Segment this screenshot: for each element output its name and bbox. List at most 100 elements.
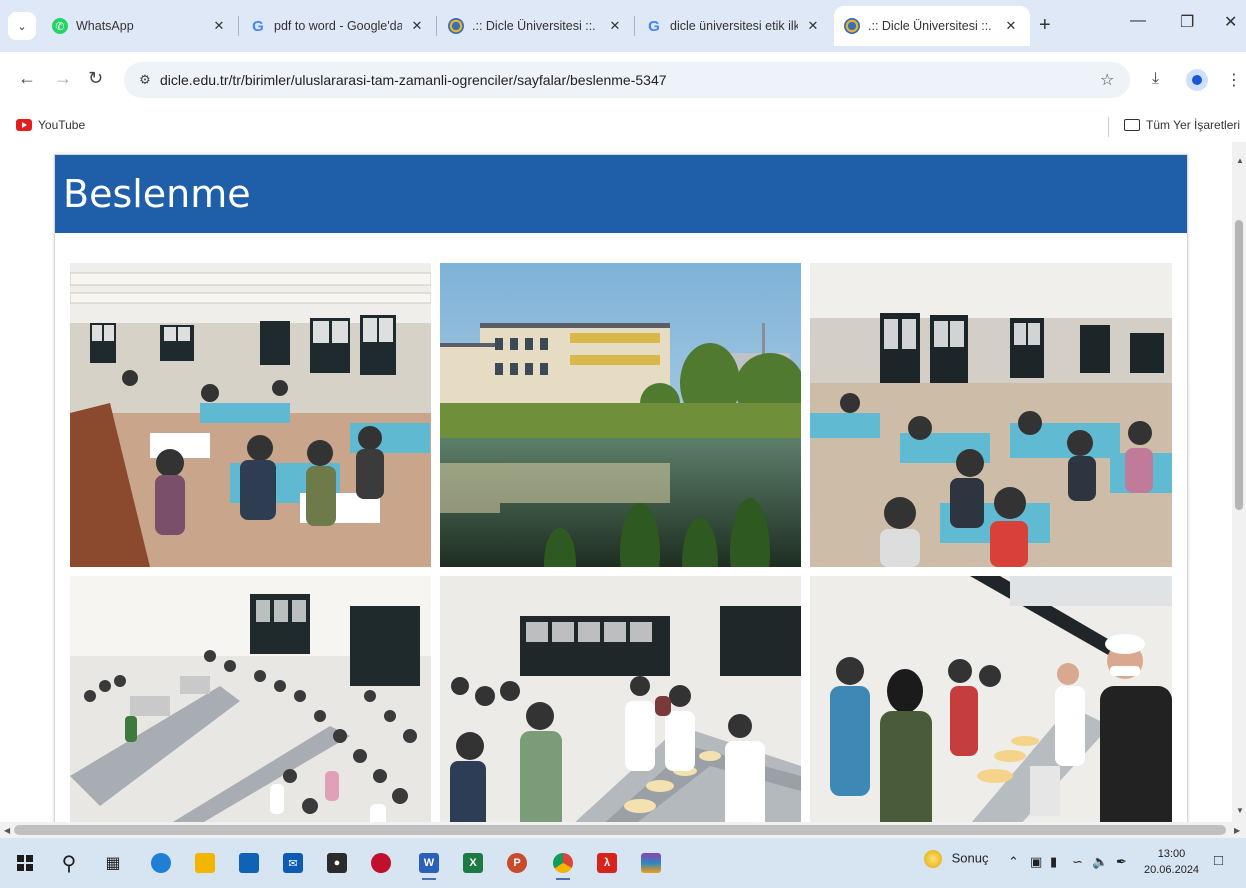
tab-search-button[interactable]: ⌄ [8, 12, 36, 40]
youtube-icon [16, 119, 32, 131]
meet-now-icon[interactable]: ▣ [1030, 854, 1042, 870]
search-icon: ⚲ [61, 852, 77, 875]
pen-icon[interactable]: ✒ [1116, 854, 1127, 870]
task-view-button[interactable]: ▦ [98, 848, 128, 878]
acrobat-icon: λ [597, 853, 617, 873]
windows-taskbar: ⚲ ▦ ✉ ● W X P λ Sonuç ⌃ ▣ ▮ ∽ 🔈 ✒ 13:00 … [0, 838, 1246, 888]
all-bookmarks-button[interactable]: Tüm Yer İşaretleri [1124, 118, 1240, 132]
search-button[interactable]: ⚲ [54, 848, 84, 878]
dining-hall-photo-1[interactable] [70, 263, 431, 567]
reload-button[interactable]: ↻ [88, 68, 103, 89]
taskbar-excel[interactable]: X [458, 848, 488, 878]
app-icon [371, 853, 391, 873]
bookmarks-bar: YouTube Tüm Yer İşaretleri [0, 110, 1246, 142]
page-viewport: Beslenme [0, 142, 1232, 822]
bookmark-star-button[interactable]: ☆ [1100, 70, 1114, 90]
tab-whatsapp[interactable]: ✆ WhatsApp ✕ [42, 8, 238, 44]
taskbar-powerpoint[interactable]: P [502, 848, 532, 878]
address-bar[interactable]: ⚙ dicle.edu.tr/tr/birimler/uluslararasi-… [124, 62, 1130, 98]
volume-icon[interactable]: 🔈 [1092, 854, 1108, 870]
tab-dicle-active[interactable]: .:: Dicle Üniversitesi ::. ✕ [834, 6, 1030, 46]
content-card: Beslenme [54, 154, 1188, 822]
mail-icon: ✉ [283, 853, 303, 873]
taskbar-word[interactable]: W [414, 848, 444, 880]
taskbar-edge[interactable] [146, 848, 176, 878]
taskbar-chrome[interactable] [548, 848, 578, 880]
weather-widget[interactable]: Sonuç [924, 850, 989, 868]
folder-icon [195, 853, 215, 873]
close-icon[interactable]: ✕ [606, 18, 624, 34]
close-icon[interactable]: ✕ [210, 18, 228, 34]
battery-icon[interactable]: ▮ [1050, 854, 1057, 870]
bookmark-youtube[interactable]: YouTube [16, 118, 85, 132]
windows-icon [17, 855, 33, 871]
cafeteria-line-photo-1[interactable] [70, 576, 431, 822]
taskbar-file-explorer[interactable] [190, 848, 220, 878]
menu-button[interactable]: ⋮ [1226, 70, 1242, 90]
minimize-button[interactable]: — [1130, 12, 1146, 30]
bookmark-separator [1108, 117, 1109, 137]
back-button[interactable]: ← [18, 68, 36, 89]
avatar-icon [1192, 75, 1202, 85]
store-icon [239, 853, 259, 873]
tray-overflow-button[interactable]: ⌃ [1008, 854, 1019, 870]
scroll-down-icon[interactable]: ▼ [1236, 806, 1244, 815]
more-vert-icon: ⋮ [1226, 72, 1242, 89]
forward-button[interactable]: → [54, 68, 72, 89]
new-tab-button[interactable]: + [1039, 14, 1051, 37]
dicle-logo-icon [844, 18, 860, 34]
site-settings-icon[interactable]: ⚙ [130, 72, 160, 88]
scroll-up-icon[interactable]: ▲ [1236, 156, 1244, 165]
restore-button[interactable]: ❐ [1180, 12, 1194, 32]
notifications-button[interactable]: □ [1214, 852, 1223, 869]
google-icon: G [648, 17, 660, 35]
active-indicator [422, 878, 436, 880]
weather-icon [924, 850, 942, 868]
close-icon[interactable]: ✕ [804, 18, 822, 34]
horizontal-scroll-thumb[interactable] [14, 825, 1226, 835]
scroll-right-icon[interactable]: ▶ [1234, 826, 1240, 835]
url-text[interactable]: dicle.edu.tr/tr/birimler/uluslararasi-ta… [160, 72, 667, 88]
tab-strip: ⌄ ✆ WhatsApp ✕ G pdf to word - Google'da… [0, 0, 1246, 52]
tab-google-pdf-to-word[interactable]: G pdf to word - Google'da ✕ [240, 8, 436, 44]
wifi-icon[interactable]: ∽ [1072, 854, 1083, 870]
clock[interactable]: 13:00 20.06.2024 [1144, 846, 1199, 878]
folder-icon [1124, 119, 1140, 131]
task-view-icon: ▦ [105, 855, 121, 872]
close-window-button[interactable]: ✕ [1224, 12, 1237, 32]
cafeteria-line-photo-2[interactable] [440, 576, 801, 822]
taskbar-store[interactable] [234, 848, 264, 878]
taskbar-acrobat[interactable]: λ [592, 848, 622, 878]
close-icon[interactable]: ✕ [408, 18, 426, 34]
taskbar-app-red[interactable] [366, 848, 396, 878]
chrome-icon [553, 853, 573, 873]
chevron-up-icon: ⌃ [1008, 854, 1019, 869]
google-icon: G [252, 17, 264, 35]
active-indicator [556, 878, 570, 880]
tab-separator [634, 16, 635, 36]
profile-button[interactable] [1186, 69, 1208, 91]
browser-toolbar: ← → ↻ ⚙ dicle.edu.tr/tr/birimler/uluslar… [0, 52, 1246, 110]
download-icon: ⤓ [1152, 70, 1160, 87]
downloads-button[interactable]: ⤓ [1152, 70, 1159, 88]
close-icon[interactable]: ✕ [1002, 18, 1020, 34]
taskbar-camera-app[interactable]: ● [322, 848, 352, 878]
start-button[interactable] [10, 848, 40, 878]
tab-google-dicle-etik[interactable]: G dicle üniversitesi etik ilke ✕ [636, 8, 832, 44]
camera-icon: ● [327, 853, 347, 873]
taskbar-app-grid[interactable] [636, 848, 666, 878]
arrow-right-icon: → [54, 68, 72, 88]
campus-pond-photo[interactable] [440, 263, 801, 567]
arrow-left-icon: ← [18, 68, 36, 88]
tab-dicle-1[interactable]: .:: Dicle Üniversitesi ::. ✕ [438, 8, 634, 44]
plus-icon: + [1039, 14, 1051, 36]
whatsapp-icon: ✆ [52, 18, 68, 34]
powerpoint-icon: P [507, 853, 527, 873]
edge-icon [151, 853, 171, 873]
scroll-left-icon[interactable]: ◀ [4, 826, 10, 835]
dining-hall-photo-2[interactable] [810, 263, 1172, 567]
vertical-scroll-thumb[interactable] [1235, 220, 1243, 510]
cafeteria-line-photo-3[interactable] [810, 576, 1172, 822]
taskbar-mail[interactable]: ✉ [278, 848, 308, 878]
tab-separator [436, 16, 437, 36]
